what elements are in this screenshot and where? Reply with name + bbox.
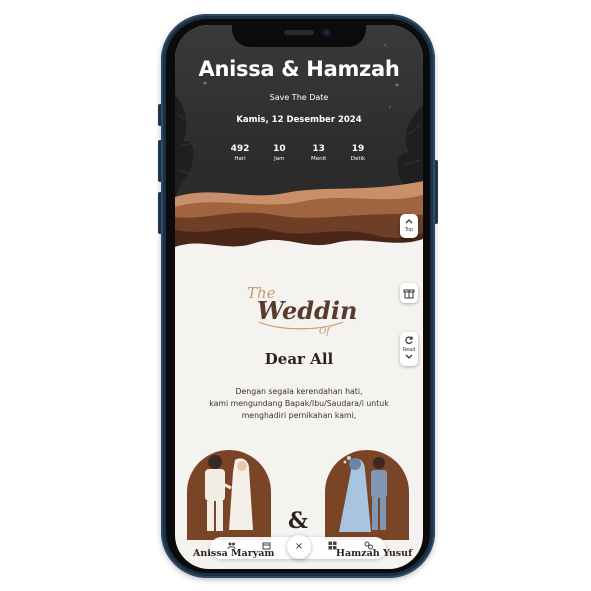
countdown-label: Hari xyxy=(234,156,246,162)
greeting-line: kami mengundang Bapak/Ibu/Saudara/i untu… xyxy=(209,399,389,408)
countdown-seconds: 19 Detik xyxy=(341,144,375,162)
scroll-top-label: Top xyxy=(404,227,414,233)
scroll-top-button[interactable]: Top xyxy=(400,214,418,238)
gift-button[interactable] xyxy=(400,283,418,303)
greeting-line: Dengan segala kerendahan hati, xyxy=(235,387,363,396)
gift-icon xyxy=(403,289,415,299)
groom-name: Hamzah Yusuf xyxy=(336,548,413,559)
groom-couple-illustration xyxy=(339,456,387,532)
logo-of: Of xyxy=(319,327,331,337)
close-nav-button[interactable]: × xyxy=(287,535,311,559)
bride-couple-illustration xyxy=(205,455,253,531)
countdown-label: Detik xyxy=(350,156,366,162)
logo-wedding: Wedding xyxy=(257,296,358,325)
chevron-up-icon xyxy=(405,219,413,224)
groom-arch xyxy=(325,450,409,540)
couple-title: Anissa & Hamzah xyxy=(198,57,400,81)
countdown-minutes: 13 Menit xyxy=(302,144,336,162)
hero-section: Anissa & Hamzah Save The Date Kamis, 12 … xyxy=(175,25,423,265)
countdown-value: 19 xyxy=(351,144,365,154)
ampersand: & xyxy=(288,508,308,534)
bride-arch xyxy=(187,450,271,540)
bride-name: Anissa Maryam xyxy=(193,548,275,559)
phone-speaker xyxy=(284,30,314,35)
countdown-value: 10 xyxy=(273,144,286,154)
the-wedding-of-logo: The Wedding Of xyxy=(247,284,358,337)
countdown: 492 Hari 10 Jam 13 Menit 19 Detik xyxy=(223,144,375,162)
left-leaf-icon xyxy=(175,95,194,205)
countdown-days: 492 Hari xyxy=(223,144,257,162)
countdown-label: Jam xyxy=(274,156,285,162)
greeting-line: menghadiri pernikahan kami, xyxy=(241,411,357,420)
countdown-label: Menit xyxy=(311,156,327,162)
save-the-date-text: Save The Date xyxy=(269,93,329,102)
greeting-heading: Dear All xyxy=(264,350,334,368)
refresh-icon xyxy=(405,336,413,344)
countdown-value: 492 xyxy=(230,144,250,154)
countdown-hours: 10 Jam xyxy=(262,144,296,162)
countdown-value: 13 xyxy=(312,144,325,154)
greeting-body: Dengan segala kerendahan hati, kami meng… xyxy=(185,386,413,422)
phone-camera xyxy=(322,28,331,37)
wedding-date: Kamis, 12 Desember 2024 xyxy=(236,115,362,125)
